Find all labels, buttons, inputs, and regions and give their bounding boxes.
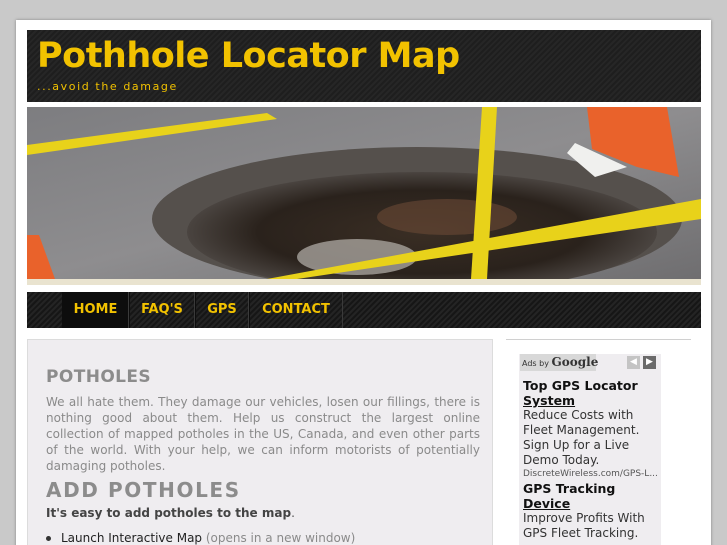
- ad-url[interactable]: DiscreteWireless.com/GPS-L...: [523, 468, 661, 480]
- pothole-photo: [27, 107, 701, 279]
- nav-contact[interactable]: CONTACT: [249, 292, 343, 328]
- ad-item[interactable]: Top GPS Locator System Reduce Costs with…: [523, 378, 661, 480]
- header-banner-image: [27, 107, 701, 279]
- add-potholes-heading: ADD POTHOLES: [46, 478, 241, 502]
- ad-title-line1: Top GPS Locator: [523, 378, 638, 393]
- launch-map-note: (opens in a new window): [202, 531, 356, 545]
- nav-home[interactable]: HOME: [62, 292, 129, 328]
- launch-map-link[interactable]: Launch Interactive Map: [61, 531, 202, 545]
- easy-add-period: .: [291, 506, 295, 520]
- banner-divider: [27, 279, 701, 285]
- intro-paragraph: We all hate them. They damage our vehicl…: [46, 395, 480, 473]
- ad-title[interactable]: GPS Tracking Device: [523, 481, 661, 511]
- google-ads-panel: Ads by Google ◀ ▶ Top GPS Locator System…: [519, 354, 661, 545]
- nav-faqs[interactable]: FAQ'S: [129, 292, 195, 328]
- main-column: POTHOLES We all hate them. They damage o…: [27, 339, 493, 545]
- nav-gps[interactable]: GPS: [195, 292, 249, 328]
- ad-title[interactable]: Top GPS Locator System: [523, 378, 661, 408]
- ad-item[interactable]: GPS Tracking Device Improve Profits With…: [523, 481, 661, 541]
- ads-by-text: Ads by: [522, 359, 549, 368]
- site-title[interactable]: Pothhole Locator Map: [37, 36, 460, 76]
- ad-title-line2[interactable]: System: [523, 393, 575, 408]
- main-navigation: HOME FAQ'S GPS CONTACT: [27, 292, 701, 328]
- ads-by-google-label[interactable]: Ads by Google: [520, 354, 599, 371]
- ad-title-line1: GPS Tracking: [523, 481, 616, 496]
- site-header: Pothhole Locator Map ...avoid the damage: [27, 30, 701, 102]
- ad-description: Improve Profits With GPS Fleet Tracking.: [523, 511, 645, 540]
- ad-title-line2[interactable]: Device: [523, 496, 570, 511]
- bullet-icon: [46, 536, 51, 541]
- ads-next-arrow-icon[interactable]: ▶: [643, 356, 656, 369]
- sidebar-divider: [506, 339, 691, 340]
- easy-add-text: It's easy to add potholes to the map.: [46, 506, 295, 520]
- potholes-heading: POTHOLES: [46, 367, 152, 387]
- easy-add-strong: It's easy to add potholes to the map: [46, 506, 292, 520]
- ad-description: Reduce Costs with Fleet Management. Sign…: [523, 408, 640, 467]
- list-item: Launch Interactive Map (opens in a new w…: [46, 531, 355, 545]
- ads-prev-arrow-icon[interactable]: ◀: [627, 356, 640, 369]
- content-area: POTHOLES We all hate them. They damage o…: [27, 333, 701, 545]
- google-brand: Google: [551, 355, 599, 369]
- site-tagline: ...avoid the damage: [37, 80, 178, 93]
